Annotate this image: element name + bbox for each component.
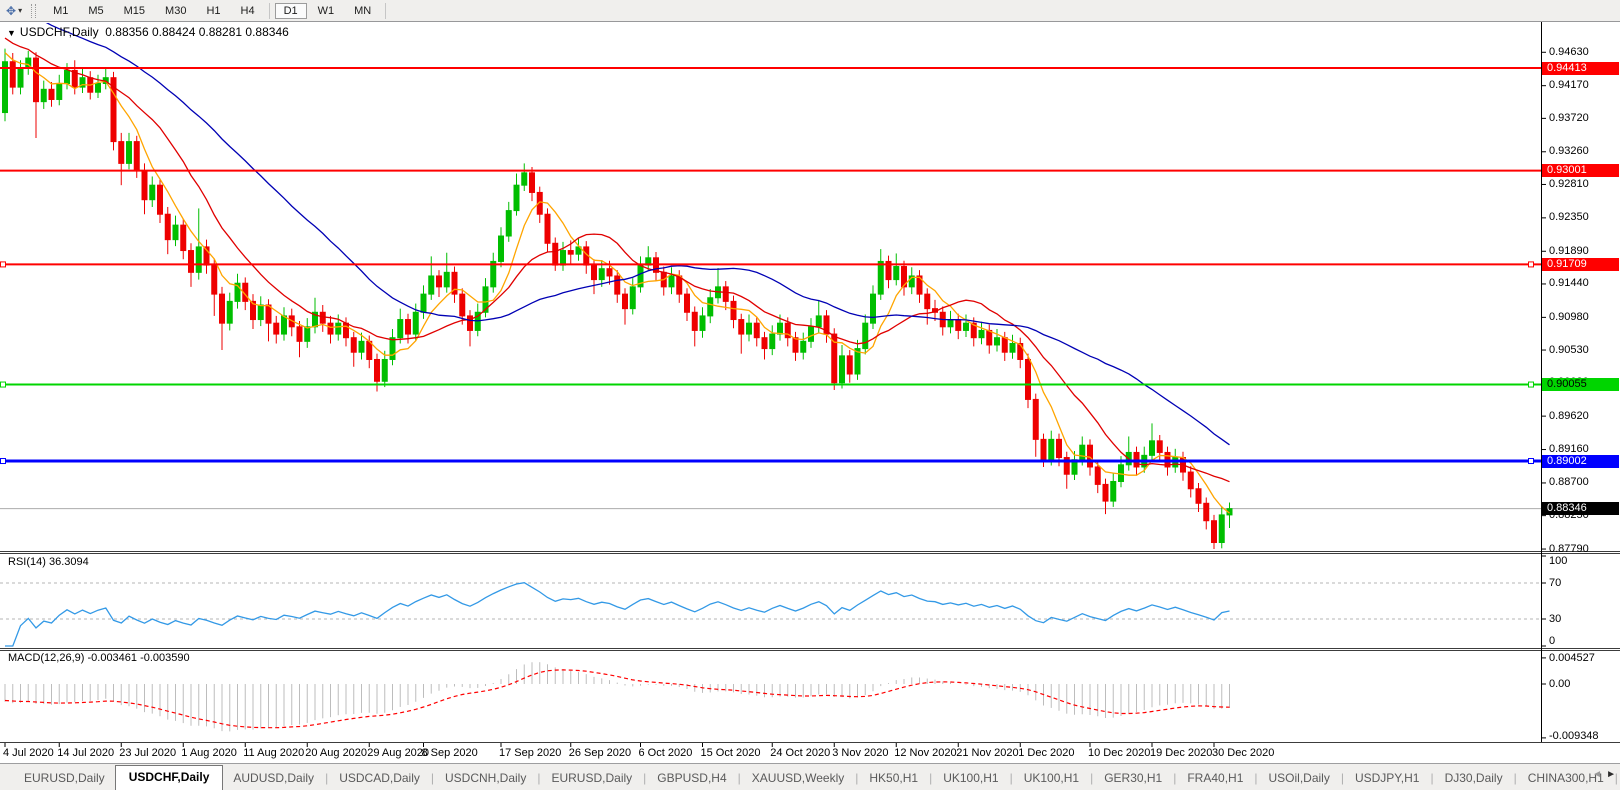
chart-title-caret-icon[interactable]: ▼ — [7, 28, 16, 38]
current-price-badge: 0.88346 — [1542, 502, 1619, 515]
rsi-axis-label: 100 — [1549, 556, 1567, 567]
rsi-axis-label: 30 — [1549, 614, 1561, 625]
date-axis-label: 3 Nov 2020 — [832, 747, 888, 759]
chart-ohlc-values: 0.88356 0.88424 0.88281 0.88346 — [105, 25, 289, 39]
price-axis-label: 0.93720 — [1549, 113, 1589, 124]
price-level-badge-0.89002: 0.89002 — [1542, 455, 1619, 468]
rsi-name: RSI(14) — [8, 556, 46, 568]
price-axis-label: 0.91440 — [1549, 278, 1589, 289]
price-axis-label: 0.92350 — [1549, 212, 1589, 223]
price-axis-label: 0.92810 — [1549, 179, 1589, 190]
macd-values: -0.003461 -0.003590 — [87, 652, 189, 664]
chart-symbol-label: USDCHF,Daily — [20, 25, 99, 39]
hline-0.91709[interactable] — [0, 262, 1541, 267]
hline-handle[interactable] — [1, 459, 6, 464]
macd-axis-label: 0.004527 — [1549, 653, 1595, 664]
hline-handle[interactable] — [1529, 262, 1534, 267]
price-axis-label: 0.88700 — [1549, 477, 1589, 488]
date-axis-label: 14 Jul 2020 — [57, 747, 114, 759]
tab-scroll-right-icon[interactable]: ► — [1606, 769, 1616, 780]
date-axis-label: 29 Aug 2020 — [367, 747, 429, 759]
hline-handle[interactable] — [1529, 382, 1534, 387]
price-level-badge-0.90055: 0.90055 — [1542, 378, 1619, 391]
date-axis-label: 17 Sep 2020 — [499, 747, 561, 759]
chart-canvas[interactable] — [0, 0, 1620, 790]
macd-signal-line — [5, 670, 1230, 728]
price-axis-label: 0.94630 — [1549, 47, 1589, 58]
hline-0.90055[interactable] — [0, 382, 1541, 387]
date-axis-label: 19 Dec 2020 — [1150, 747, 1212, 759]
hline-handle[interactable] — [1, 262, 6, 267]
date-axis-label: 12 Nov 2020 — [894, 747, 956, 759]
price-level-badge-0.94413: 0.94413 — [1542, 62, 1619, 75]
date-axis-label: 23 Jul 2020 — [119, 747, 176, 759]
date-axis-label: 30 Dec 2020 — [1212, 747, 1274, 759]
date-axis-label: 11 Aug 2020 — [243, 747, 304, 759]
price-axis-label: 0.90980 — [1549, 312, 1589, 323]
chart-title: ▼ USDCHF,Daily 0.88356 0.88424 0.88281 0.… — [7, 25, 289, 39]
rsi-value: 36.3094 — [49, 556, 89, 568]
date-axis-label: 20 Aug 2020 — [305, 747, 367, 759]
candlestick-series — [3, 49, 1233, 549]
rsi-line — [5, 583, 1230, 646]
date-axis-label: 15 Oct 2020 — [701, 747, 761, 759]
price-axis-label: 0.91890 — [1549, 246, 1589, 257]
rsi-indicator-label: RSI(14) 36.3094 — [8, 556, 89, 568]
date-axis-label: 1 Dec 2020 — [1018, 747, 1074, 759]
date-axis-label: 10 Dec 2020 — [1088, 747, 1150, 759]
rsi-axis-label: 0 — [1549, 636, 1555, 647]
price-axis-label: 0.94170 — [1549, 80, 1589, 91]
price-axis-label: 0.89160 — [1549, 444, 1589, 455]
hline-0.89002[interactable] — [0, 459, 1541, 464]
price-axis-label: 0.93260 — [1549, 146, 1589, 157]
rsi-axis-label: 70 — [1549, 578, 1561, 589]
price-level-badge-0.91709: 0.91709 — [1542, 258, 1619, 271]
tab-scroll-left-icon[interactable]: ◄ — [1592, 769, 1602, 780]
price-axis-label: 0.90530 — [1549, 345, 1589, 356]
price-axis-label: 0.89620 — [1549, 411, 1589, 422]
macd-axis-label: 0.00 — [1549, 679, 1570, 690]
date-axis-label: 1 Aug 2020 — [181, 747, 237, 759]
date-axis-label: 21 Nov 2020 — [956, 747, 1018, 759]
macd-histogram — [5, 662, 1230, 731]
date-axis-label: 24 Oct 2020 — [770, 747, 830, 759]
date-axis-label: 8 Sep 2020 — [422, 747, 478, 759]
hline-handle[interactable] — [1529, 459, 1534, 464]
hline-handle[interactable] — [1, 382, 6, 387]
macd-axis-label: -0.009348 — [1549, 731, 1599, 742]
price-axis-label: 0.87790 — [1549, 544, 1589, 555]
price-level-badge-0.93001: 0.93001 — [1542, 164, 1619, 177]
date-axis-label: 26 Sep 2020 — [569, 747, 631, 759]
macd-indicator-label: MACD(12,26,9) -0.003461 -0.003590 — [8, 652, 190, 664]
date-axis-label: 6 Oct 2020 — [639, 747, 693, 759]
date-axis-label: 4 Jul 2020 — [3, 747, 54, 759]
macd-name: MACD(12,26,9) — [8, 652, 84, 664]
